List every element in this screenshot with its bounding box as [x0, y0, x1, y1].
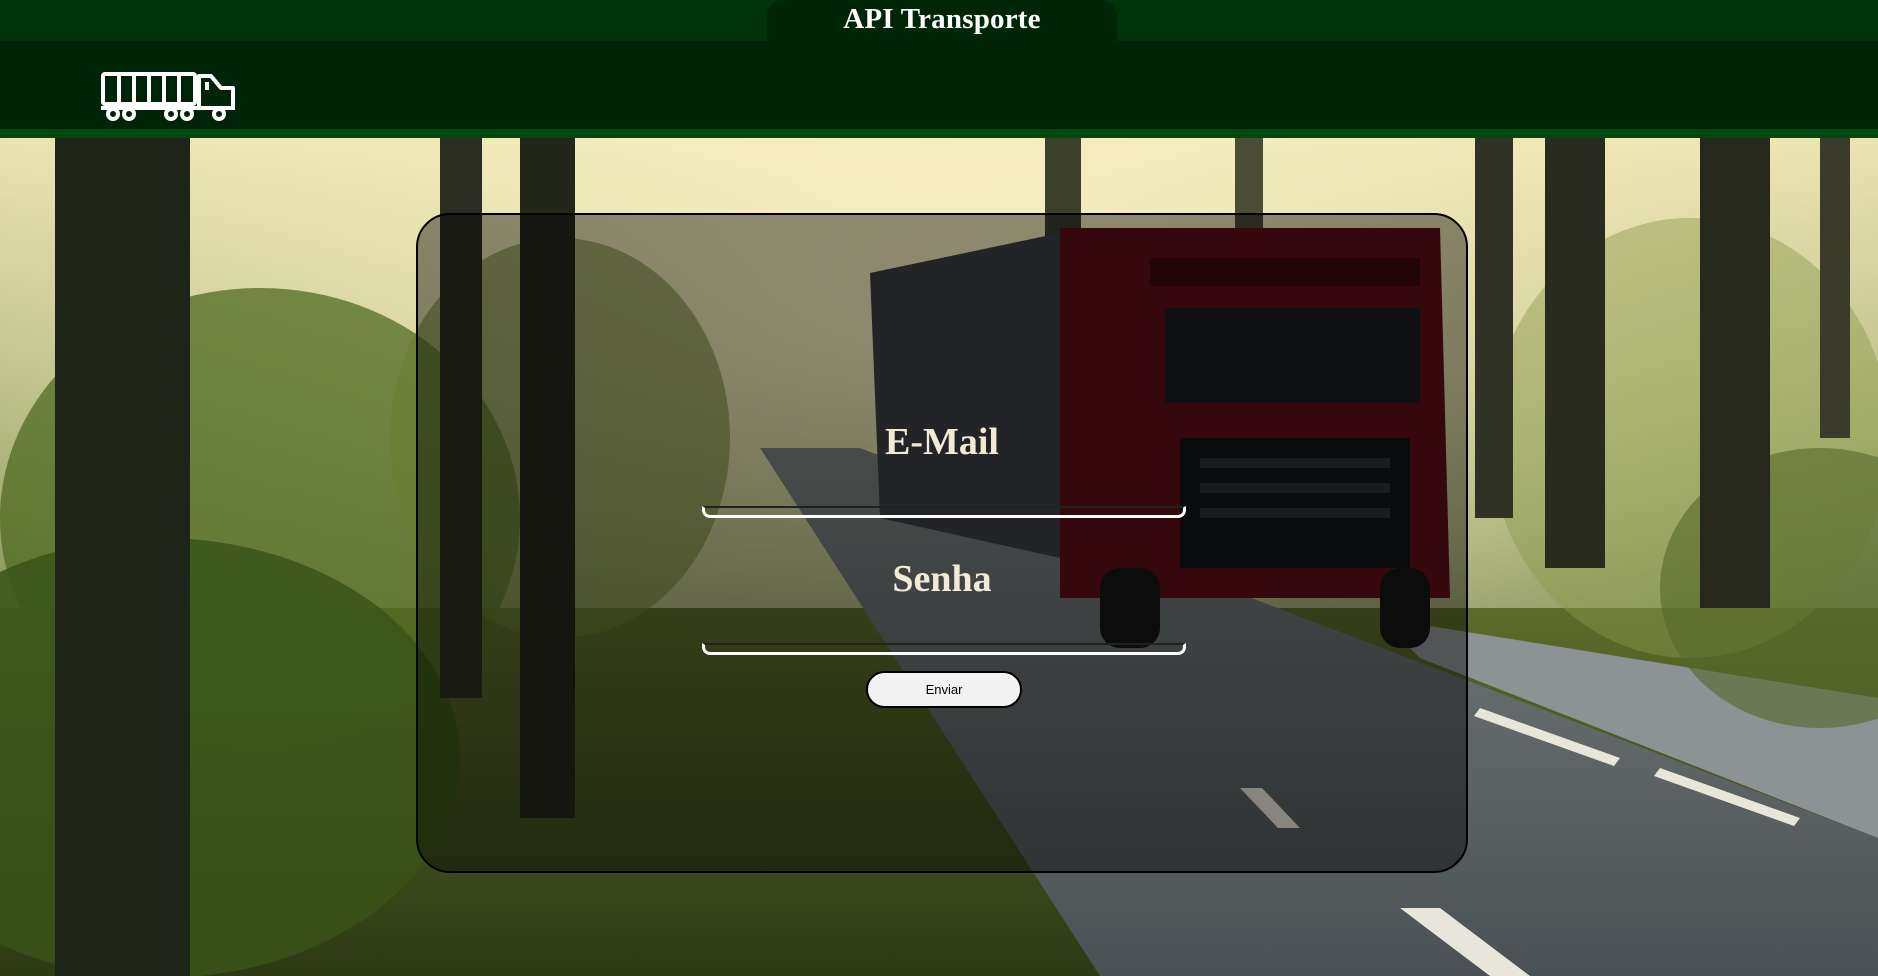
login-panel: E-Mail Senha Enviar [416, 213, 1468, 873]
email-label: E-Mail [885, 421, 999, 463]
password-input[interactable] [702, 643, 1186, 655]
password-label: Senha [892, 558, 992, 600]
header-bar [0, 41, 1878, 129]
email-input[interactable] [702, 506, 1186, 518]
truck-icon[interactable] [99, 68, 239, 123]
submit-button[interactable]: Enviar [866, 671, 1022, 708]
app-title: API Transporte [843, 2, 1041, 35]
title-tab: API Transporte [767, 0, 1117, 44]
header-divider [0, 129, 1878, 138]
